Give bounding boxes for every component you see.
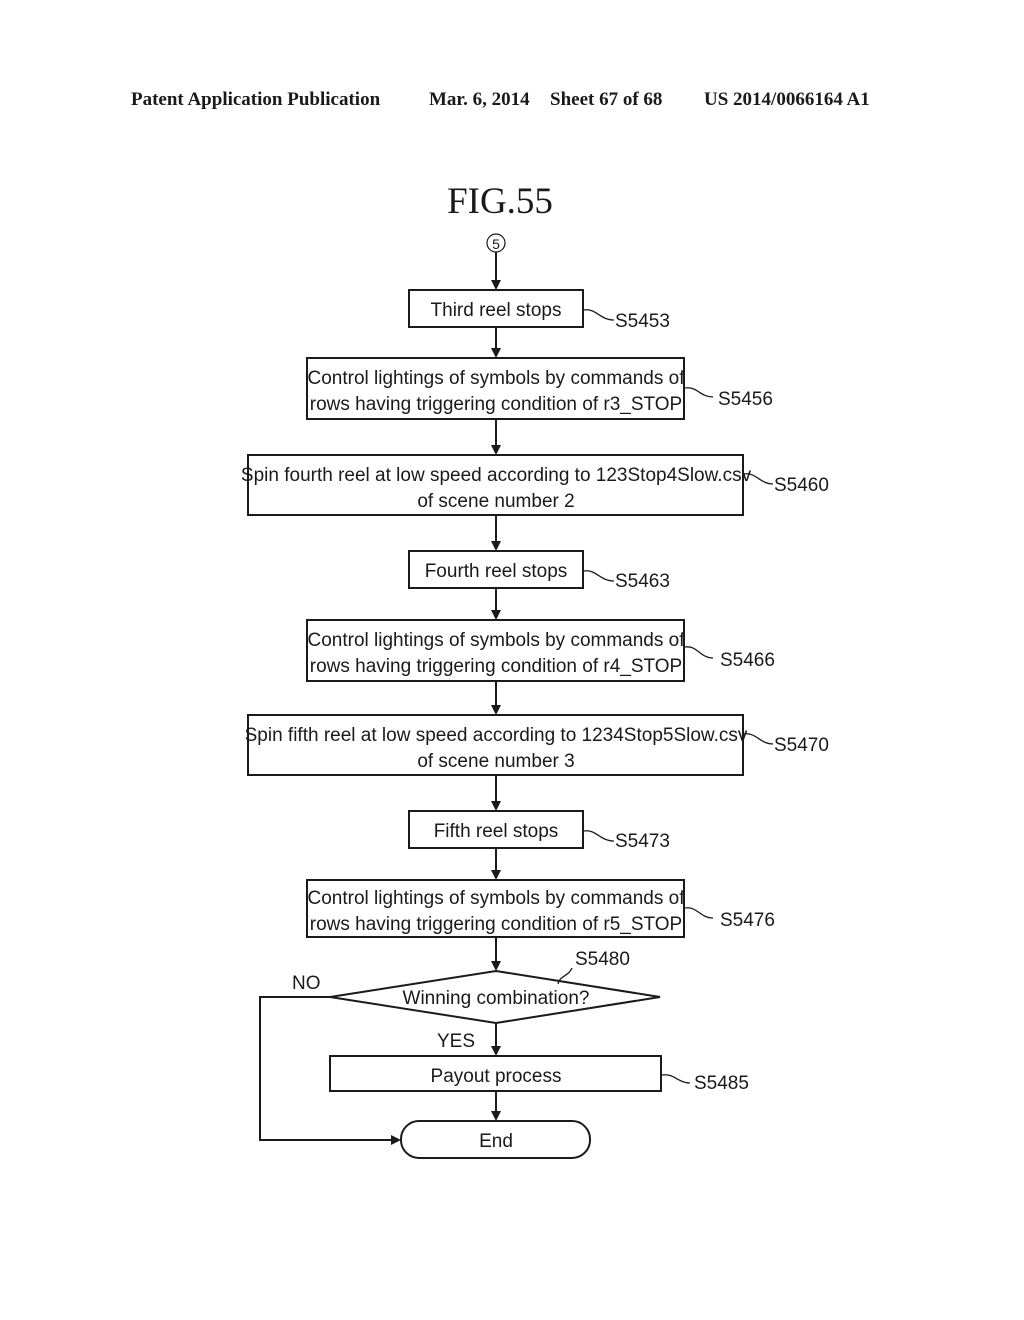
leader-line xyxy=(684,646,714,659)
step-text-line-1: Spin fifth reel at low speed according t… xyxy=(245,725,748,746)
leader-line xyxy=(661,1074,691,1084)
step-text-line-2: rows having triggering condition of r3_S… xyxy=(310,394,682,415)
leader-line xyxy=(583,830,615,842)
step-text-line-2: of scene number 2 xyxy=(417,491,574,512)
arrowhead-icon xyxy=(491,348,501,358)
no-label: NO xyxy=(292,973,321,994)
leader-line xyxy=(684,907,714,919)
terminal-text: End xyxy=(479,1131,513,1152)
connector-label: 5 xyxy=(492,236,500,252)
arrowhead-icon xyxy=(491,961,501,971)
decision-id: S5480 xyxy=(575,949,630,970)
step-s5485: Payout process S5485 xyxy=(329,1055,749,1094)
step-id: S5466 xyxy=(720,650,775,671)
payout-id: S5485 xyxy=(694,1073,749,1094)
step-id: S5476 xyxy=(720,910,775,931)
leader-line xyxy=(583,570,615,582)
leader-line xyxy=(743,733,774,745)
arrowhead-icon xyxy=(491,1111,501,1121)
arrowhead-icon xyxy=(491,870,501,880)
arrowhead-icon xyxy=(391,1135,401,1145)
step-id: S5463 xyxy=(615,571,670,592)
arrowhead-icon xyxy=(491,445,501,455)
step-s5470: Spin fifth reel at low speed according t… xyxy=(245,714,829,776)
connector-5: 5 xyxy=(486,233,506,253)
arrowhead-icon xyxy=(491,541,501,551)
step-text: Fifth reel stops xyxy=(434,821,559,842)
arrowhead-icon xyxy=(491,1046,501,1056)
step-s5466: Control lightings of symbols by commands… xyxy=(306,619,775,682)
arrowhead-icon xyxy=(491,705,501,715)
arrowhead-icon xyxy=(491,610,501,620)
step-text-line-1: Control lightings of symbols by commands… xyxy=(308,368,686,389)
step-text-line-1: Control lightings of symbols by commands… xyxy=(308,630,686,651)
step-text-line-1: Spin fourth reel at low speed according … xyxy=(241,465,752,486)
yes-label: YES xyxy=(437,1031,475,1052)
step-id: S5473 xyxy=(615,831,670,852)
payout-text: Payout process xyxy=(431,1066,562,1087)
step-id: S5453 xyxy=(615,311,670,332)
terminal-end: End xyxy=(400,1120,591,1159)
step-id: S5470 xyxy=(774,735,829,756)
step-s5463: Fourth reel stops S5463 xyxy=(408,550,670,592)
leader-line xyxy=(583,309,615,321)
arrowhead-icon xyxy=(491,801,501,811)
step-s5453: Third reel stops S5453 xyxy=(408,289,670,332)
step-text: Fourth reel stops xyxy=(425,561,568,582)
step-text-line-1: Control lightings of symbols by commands… xyxy=(308,888,686,909)
step-id: S5456 xyxy=(718,389,773,410)
step-text-line-2: rows having triggering condition of r5_S… xyxy=(310,914,682,935)
decision-question: Winning combination? xyxy=(403,988,590,1009)
step-s5473: Fifth reel stops S5473 xyxy=(408,810,670,852)
step-s5456: Control lightings of symbols by commands… xyxy=(306,357,773,420)
step-text-line-2: of scene number 3 xyxy=(417,751,574,772)
step-id: S5460 xyxy=(774,475,829,496)
leader-line xyxy=(684,387,714,398)
step-text-line-2: rows having triggering condition of r4_S… xyxy=(310,656,682,677)
decision-s5480: Winning combination? S5480 NO YES xyxy=(292,949,661,1052)
arrowhead-icon xyxy=(491,280,501,290)
flowchart: 5 Third reel stops S5453 Control lightin… xyxy=(241,233,829,1159)
step-s5476: Control lightings of symbols by commands… xyxy=(306,879,775,938)
step-text: Third reel stops xyxy=(431,300,562,321)
step-s5460: Spin fourth reel at low speed according … xyxy=(241,454,829,516)
